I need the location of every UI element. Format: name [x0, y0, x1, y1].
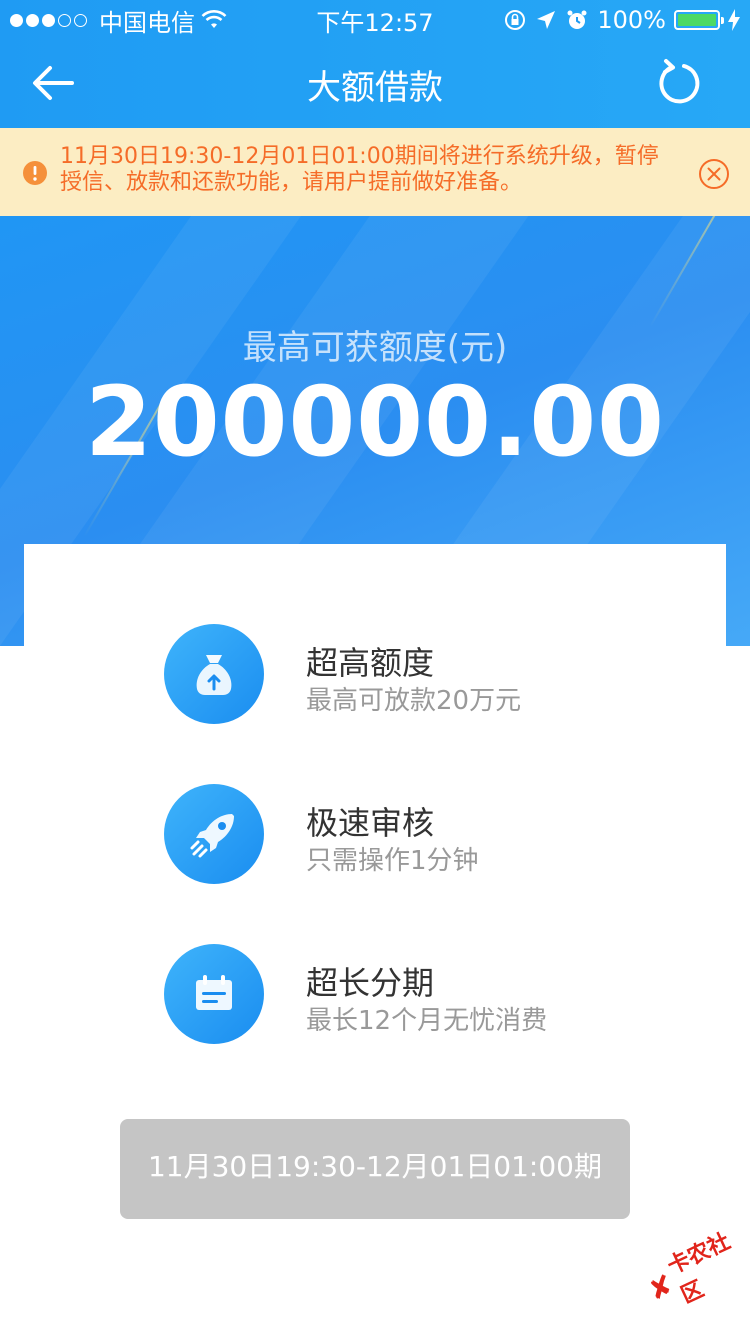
- button-label: 11月30日19:30-12月01日01:00期: [147, 1150, 602, 1183]
- alarm-clock-icon: [567, 10, 587, 29]
- back-arrow-icon: [33, 66, 74, 100]
- money-bag-icon: [164, 624, 264, 724]
- close-circle-icon: [699, 159, 729, 189]
- battery-percentage: 100%: [597, 6, 666, 34]
- notice-close-button[interactable]: [697, 157, 731, 191]
- feature-title: 超高额度: [306, 644, 435, 682]
- rocket-icon: [164, 784, 264, 884]
- battery-icon: [674, 10, 724, 30]
- feature-subtitle: 最长12个月无忧消费: [306, 1006, 548, 1036]
- feature-item-high-limit: 超高额度 最高可放款20万元: [164, 624, 664, 724]
- credit-limit-label: 最高可获额度(元): [242, 328, 508, 368]
- back-button[interactable]: [28, 58, 78, 108]
- navigation-bar: 大额借款: [0, 40, 750, 128]
- feature-title: 极速审核: [306, 804, 435, 842]
- status-bar: 中国电信 下午12:57 100%: [0, 0, 750, 40]
- feature-subtitle: 只需操作1分钟: [306, 846, 479, 876]
- apply-button-disabled[interactable]: 11月30日19:30-12月01日01:00期: [120, 1119, 630, 1219]
- refresh-icon: [659, 59, 700, 104]
- orientation-lock-icon: [505, 10, 526, 30]
- feature-item-long-installment: 超长分期 最长12个月无忧消费: [164, 944, 664, 1044]
- feature-item-fast-review: 极速审核 只需操作1分钟: [164, 784, 664, 884]
- warning-icon: [23, 161, 47, 185]
- feature-subtitle: 最高可放款20万元: [306, 686, 522, 716]
- wifi-icon: [201, 10, 227, 28]
- calendar-icon: [164, 944, 264, 1044]
- location-arrow-icon: [537, 11, 556, 29]
- refresh-button[interactable]: [654, 58, 704, 108]
- status-left: 中国电信: [10, 3, 227, 38]
- credit-limit-amount: 200000.00: [85, 366, 665, 478]
- signal-strength-icon: [10, 13, 87, 27]
- carrier-name: 中国电信: [99, 8, 195, 37]
- status-right: 100%: [503, 6, 740, 34]
- maintenance-notice-banner: 11月30日19:30-12月01日01:00期间将进行系统升级，暂停授信、放款…: [0, 128, 750, 216]
- page-title: 大额借款: [307, 67, 443, 108]
- feature-title: 超长分期: [306, 964, 435, 1002]
- notice-text: 11月30日19:30-12月01日01:00期间将进行系统升级，暂停授信、放款…: [60, 144, 659, 195]
- charging-bolt-icon: [728, 9, 740, 31]
